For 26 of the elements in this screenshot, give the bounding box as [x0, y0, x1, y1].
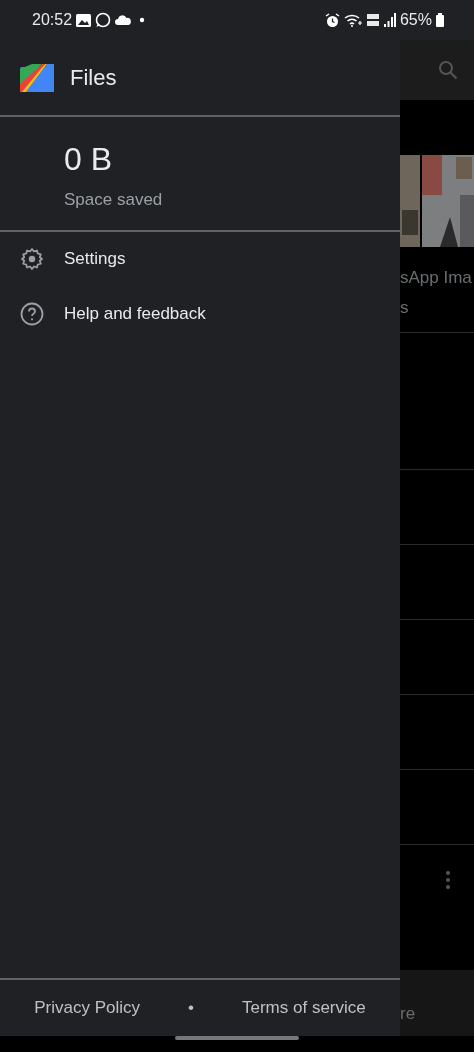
app-logo-icon — [20, 63, 54, 92]
footer-link[interactable]: Terms of service — [242, 995, 366, 1021]
menu-item[interactable]: Help and feedback — [0, 286, 400, 342]
chat-icon — [95, 12, 112, 28]
battery-percent: 65% — [399, 10, 432, 30]
more-icon[interactable] — [446, 871, 450, 889]
space-saved-label: Space saved — [63, 189, 164, 211]
gallery-icon — [76, 13, 92, 27]
settings-icon — [20, 247, 44, 271]
wifi-icon — [343, 13, 362, 27]
folder-title: sApp Ima — [400, 267, 473, 289]
folder-subtitle: s — [400, 296, 410, 319]
space-saved-amount: 0 B — [63, 141, 114, 177]
status-time: 20:52 — [32, 10, 73, 30]
nav-label[interactable]: re — [400, 1000, 416, 1026]
search-icon[interactable] — [438, 60, 458, 80]
signal-icon — [383, 13, 396, 27]
menu-item[interactable]: Settings — [0, 231, 400, 287]
home-handle[interactable] — [175, 1036, 299, 1040]
cloud-icon — [115, 15, 132, 25]
battery-icon — [436, 13, 444, 27]
alarm-icon — [324, 12, 340, 28]
separator-dot: • — [188, 997, 194, 1020]
footer-link[interactable]: Privacy Policy — [34, 995, 141, 1021]
help-icon — [20, 302, 44, 326]
app-title: Files — [70, 64, 117, 92]
